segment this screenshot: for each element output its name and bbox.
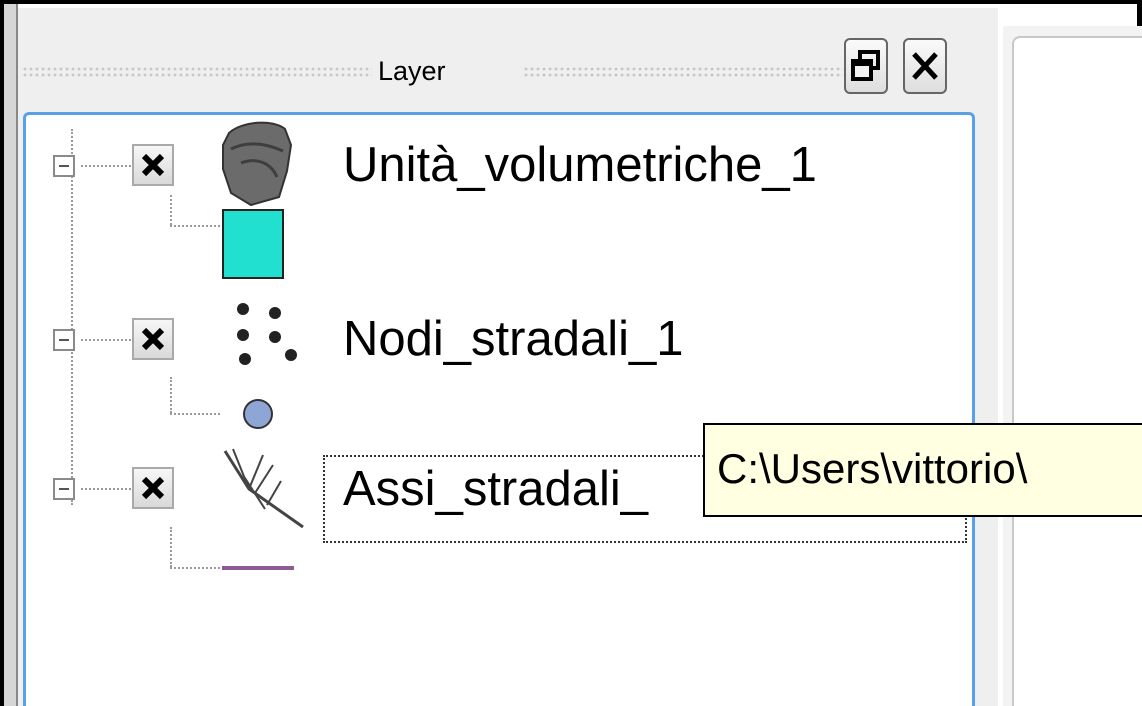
layer-visibility-checkbox[interactable] <box>132 144 174 186</box>
titlebar-grip-left <box>22 66 372 78</box>
layer-visibility-checkbox[interactable] <box>132 318 174 360</box>
tree-connector <box>81 165 131 167</box>
close-panel-button[interactable] <box>903 38 947 94</box>
collapse-icon[interactable] <box>53 329 75 351</box>
titlebar-grip-right <box>523 66 843 78</box>
polygon-layer-icon <box>217 119 297 214</box>
panel-title: Layer <box>378 56 446 86</box>
layer-name[interactable]: Unità_volumetriche_1 <box>343 137 817 193</box>
tree-connector <box>81 339 131 341</box>
line-layer-icon <box>219 445 309 540</box>
layer-path-tooltip: C:\Users\vittorio\ <box>703 423 1142 517</box>
layer-panel: Layer Unità_volumetriche_1 Nodi_stradali… <box>18 8 998 706</box>
window-top-border <box>0 0 1142 4</box>
tree-connector <box>170 195 172 225</box>
layer-symbol-fill <box>222 209 284 279</box>
layer-name[interactable]: Assi_stradali_ <box>343 461 648 517</box>
layer-tree[interactable]: Unità_volumetriche_1 Nodi_stradali_1 Ass… <box>23 112 975 706</box>
map-canvas[interactable] <box>1012 36 1142 706</box>
tree-connector <box>170 225 220 227</box>
window-left-edge <box>4 4 18 706</box>
layer-panel-titlebar[interactable]: Layer <box>18 8 998 108</box>
tree-connector <box>71 129 73 505</box>
float-panel-button[interactable] <box>844 38 888 94</box>
tree-connector <box>81 488 131 490</box>
layer-symbol-line <box>222 566 294 570</box>
collapse-icon[interactable] <box>53 155 75 177</box>
tree-connector <box>170 567 220 569</box>
collapse-icon[interactable] <box>53 478 75 500</box>
tree-connector <box>170 377 172 413</box>
tree-connector <box>170 413 220 415</box>
point-layer-icon <box>231 299 301 374</box>
layer-name[interactable]: Nodi_stradali_1 <box>343 311 684 367</box>
tree-connector <box>170 527 172 567</box>
layer-symbol-point <box>243 399 273 429</box>
layer-visibility-checkbox[interactable] <box>132 467 174 509</box>
